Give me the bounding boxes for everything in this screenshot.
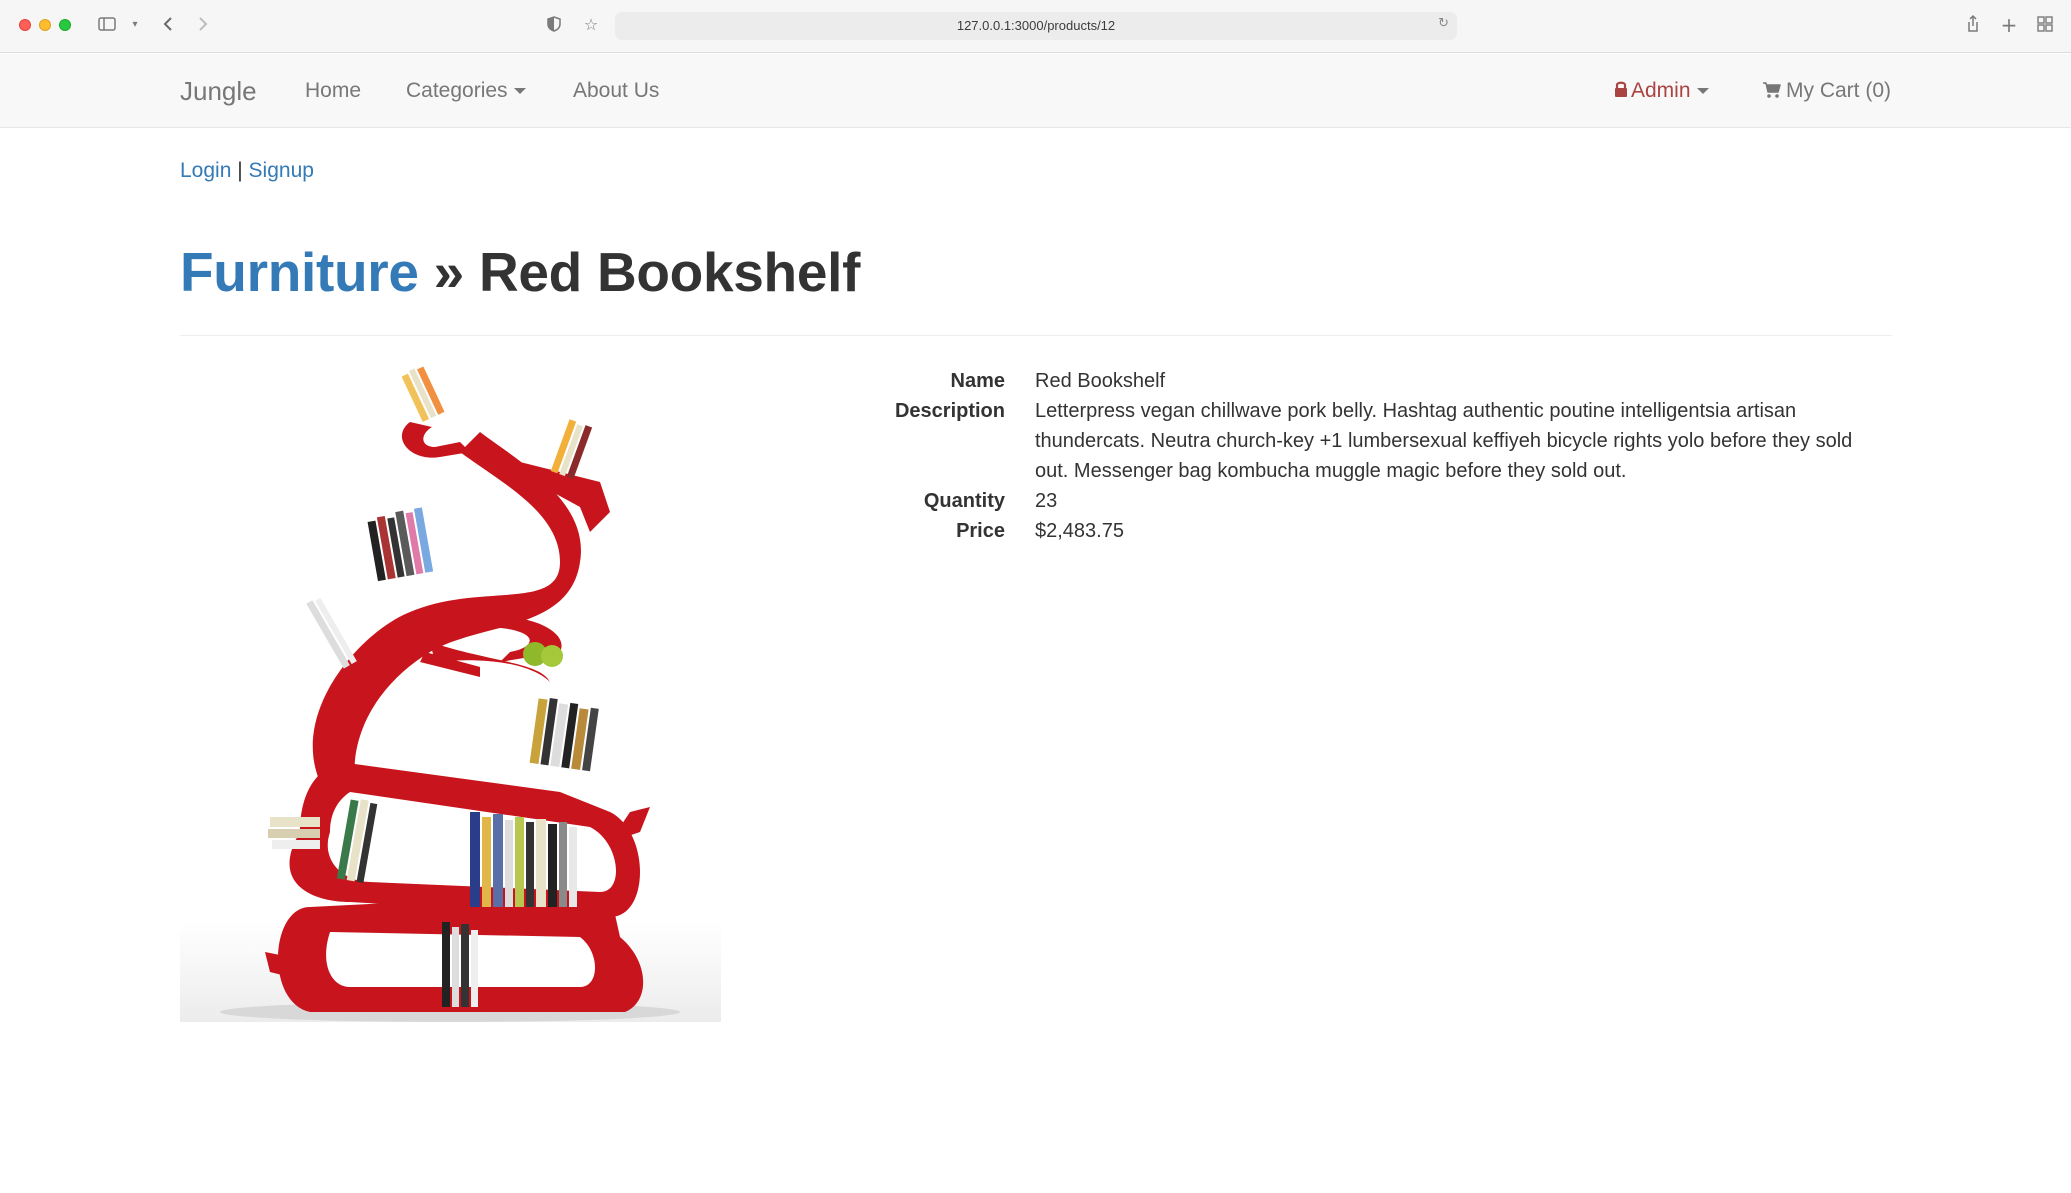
new-tab-icon[interactable]: + [1998,14,2020,36]
nav-about-link[interactable]: About Us [573,54,659,128]
detail-value-description: Letterpress vegan chillwave pork belly. … [1035,400,1853,482]
privacy-shield-icon[interactable] [543,14,565,36]
back-icon[interactable] [157,14,179,36]
forward-icon[interactable] [192,14,214,36]
minimize-window-button[interactable] [39,19,51,31]
address-bar[interactable]: 127.0.0.1:3000/products/12 ↻ [615,12,1457,40]
title-divider [180,335,1892,336]
product-title: Red Bookshelf [478,241,861,303]
signup-link[interactable]: Signup [249,159,314,182]
nav-categories-label: Categories [406,79,508,102]
product-details: Name Red Bookshelf Description Letterpre… [860,366,1900,546]
tab-overview-icon[interactable] [2034,14,2056,36]
detail-value-price: $2,483.75 [1035,520,1124,542]
sidebar-toggle-icon[interactable] [96,14,118,36]
detail-label-price: Price [956,520,1005,542]
chevron-down-icon[interactable]: ▾ [124,14,146,36]
page-title: Furniture » Red Bookshelf [180,240,860,304]
caret-down-icon [513,88,526,95]
reload-icon[interactable]: ↻ [1438,16,1449,31]
detail-label-quantity: Quantity [923,490,1005,512]
cart-label: My Cart (0) [1786,79,1891,102]
detail-value-quantity: 23 [1035,490,1058,512]
admin-dropdown[interactable]: Admin [1614,54,1709,129]
login-link[interactable]: Login [180,159,231,182]
share-icon[interactable] [1962,14,1984,36]
detail-label-description: Description [894,400,1005,422]
detail-label-name: Name [950,370,1005,392]
detail-row-description: Description Letterpress vegan chillwave … [860,396,1900,486]
product-image [180,362,721,1022]
address-bar-url[interactable]: 127.0.0.1:3000/products/12 [615,12,1457,40]
nav-categories-dropdown[interactable]: Categories [406,54,526,128]
browser-toolbar: ▾ ☆ 127.0.0.1:3000/products/12 ↻ + [0,0,2071,53]
auth-links: Login | Signup [180,159,314,183]
breadcrumb-separator: » [433,241,465,303]
admin-label: Admin [1631,79,1691,102]
main-navbar: Jungle Home Categories About Us Admin My… [0,54,2071,128]
nav-home-link[interactable]: Home [305,54,361,128]
close-window-button[interactable] [19,19,31,31]
shopping-cart-icon [1762,56,1782,130]
lock-icon [1614,55,1628,129]
auth-separator: | [237,159,243,182]
detail-row-quantity: Quantity 23 [860,486,1900,516]
maximize-window-button[interactable] [59,19,71,31]
category-link[interactable]: Furniture [180,241,419,303]
cart-link[interactable]: My Cart (0) [1762,54,1891,130]
detail-row-name: Name Red Bookshelf [860,366,1900,396]
detail-value-name: Red Bookshelf [1035,370,1166,392]
bookmark-star-icon[interactable]: ☆ [580,14,602,36]
caret-down-icon [1696,88,1709,95]
detail-row-price: Price $2,483.75 [860,516,1900,546]
brand-link[interactable]: Jungle [180,54,257,128]
